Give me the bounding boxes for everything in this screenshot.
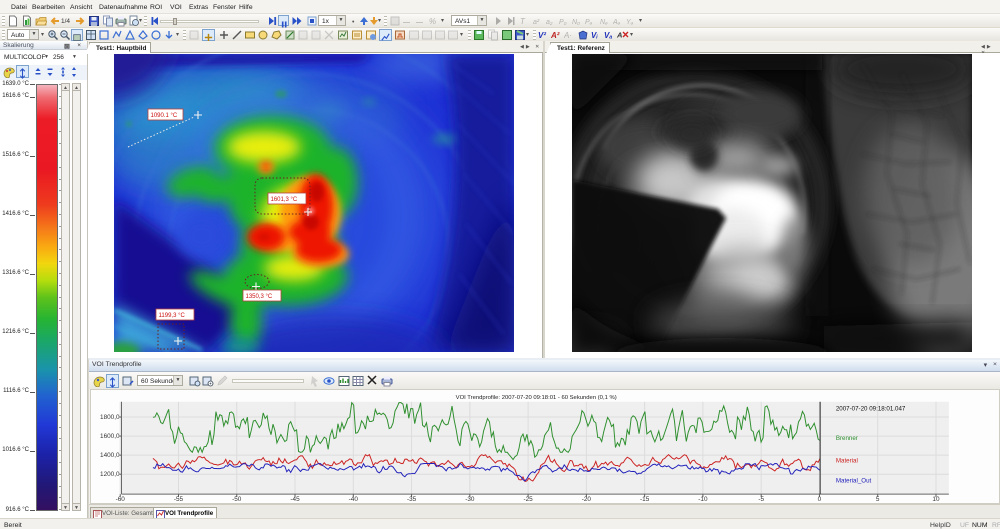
svg-text:Brenner: Brenner <box>836 435 858 442</box>
svg-text:%: % <box>429 17 436 26</box>
svg-text:1090.1 °C: 1090.1 °C <box>151 113 178 119</box>
svg-text:a₂: a₂ <box>546 19 553 26</box>
svg-text:A: A <box>617 31 622 40</box>
svg-text:Material_Out: Material_Out <box>836 477 872 484</box>
svg-text:Yₔ: Yₔ <box>626 19 634 26</box>
svg-text:A²: A² <box>551 31 560 40</box>
svg-text:Vₐ: Vₐ <box>604 31 612 40</box>
svg-text:1600,0: 1600,0 <box>100 433 120 440</box>
svg-text:1350,3 °C: 1350,3 °C <box>246 294 273 300</box>
svg-text:Vᵢ: Vᵢ <box>591 31 598 40</box>
svg-text:N₀: N₀ <box>572 19 580 26</box>
svg-text:a²: a² <box>533 19 540 26</box>
svg-text:1400,0: 1400,0 <box>100 452 120 459</box>
svg-text:Material: Material <box>836 458 858 465</box>
svg-text:V²: V² <box>538 31 546 40</box>
svg-text:1800,0: 1800,0 <box>100 414 120 421</box>
svg-text:1199,3 °C: 1199,3 °C <box>159 313 186 319</box>
svg-text:Nₔ: Nₔ <box>600 19 608 26</box>
svg-text:T: T <box>520 17 526 26</box>
svg-text:P₀: P₀ <box>559 19 567 26</box>
svg-text:1601,3 °C: 1601,3 °C <box>271 197 298 203</box>
svg-text:Aₔ: Aₔ <box>613 19 621 26</box>
svg-text:A·: A· <box>564 31 572 40</box>
svg-text:1200,0: 1200,0 <box>100 471 120 478</box>
svg-text:Pₔ: Pₔ <box>585 19 593 26</box>
svg-text:VOI Trendprofile: 2007-07-20 0: VOI Trendprofile: 2007-07-20 09:18:01 - … <box>456 395 617 401</box>
svg-text:2007-07-20 09:18:01.047: 2007-07-20 09:18:01.047 <box>836 406 906 413</box>
